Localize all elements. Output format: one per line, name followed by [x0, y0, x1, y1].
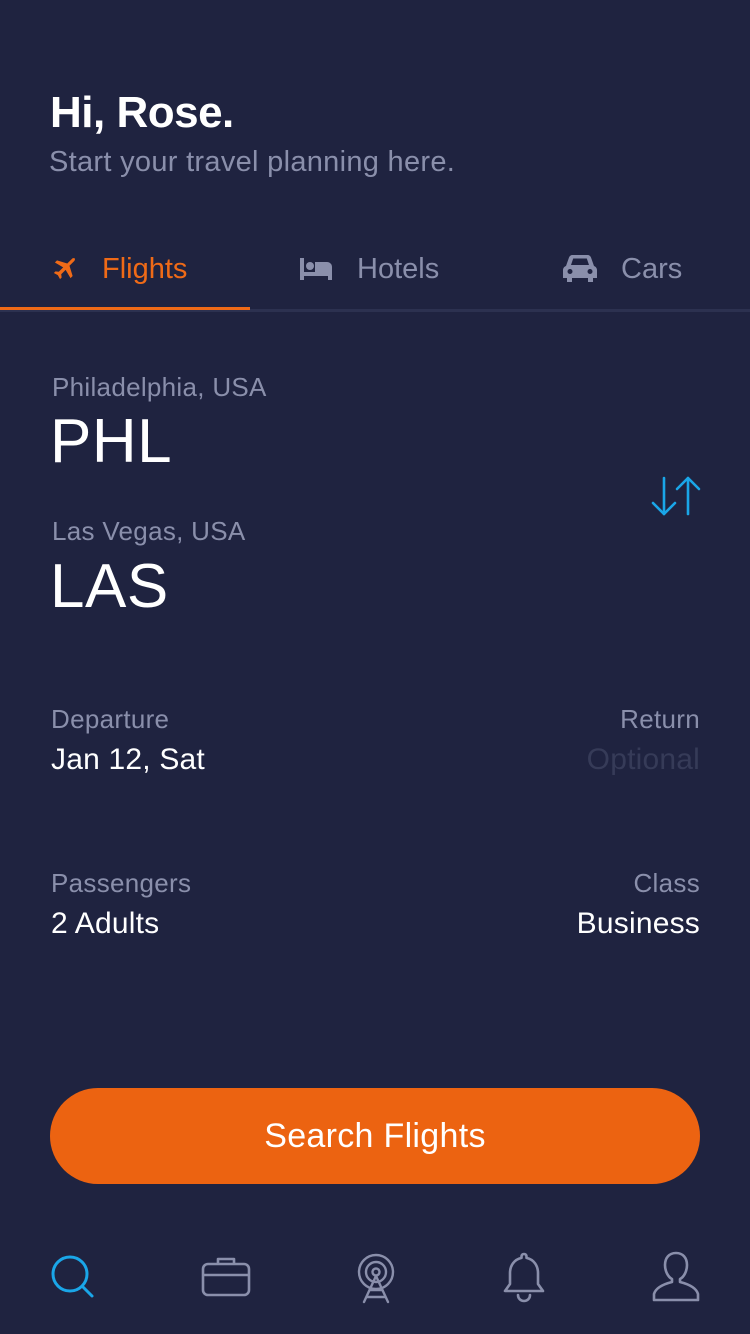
origin-airport-code[interactable]: PHL: [50, 406, 172, 477]
class-field[interactable]: Business: [577, 907, 700, 941]
greeting-heading: Hi, Rose.: [50, 88, 234, 137]
profile-icon[interactable]: [646, 1248, 706, 1308]
bed-icon: [299, 256, 333, 282]
passengers-field[interactable]: 2 Adults: [51, 907, 159, 941]
active-tab-indicator: [0, 307, 250, 310]
return-date-field[interactable]: Optional: [587, 743, 700, 777]
search-flights-button[interactable]: Search Flights: [50, 1088, 700, 1184]
departure-label: Departure: [51, 704, 170, 734]
destination-airport-code[interactable]: LAS: [50, 551, 169, 622]
departure-date-field[interactable]: Jan 12, Sat: [51, 743, 205, 777]
passengers-label: Passengers: [51, 868, 192, 898]
tab-cars-label: Cars: [621, 252, 683, 285]
tab-flights[interactable]: Flights: [50, 226, 187, 312]
return-label: Return: [620, 704, 700, 734]
destination-city: Las Vegas, USA: [52, 516, 246, 546]
tab-flights-label: Flights: [102, 252, 188, 285]
search-icon[interactable]: [44, 1248, 104, 1308]
greeting-subtitle: Start your travel planning here.: [49, 146, 456, 178]
swap-arrows-icon[interactable]: [648, 472, 704, 520]
class-label: Class: [633, 868, 700, 898]
travel-type-tabs: Flights Hotels Cars: [0, 226, 750, 312]
radar-tower-icon[interactable]: [346, 1248, 406, 1308]
plane-icon: [50, 255, 78, 283]
car-icon: [563, 254, 597, 284]
tab-hotels-label: Hotels: [357, 252, 440, 285]
bell-icon[interactable]: [494, 1248, 554, 1308]
origin-city: Philadelphia, USA: [52, 372, 267, 402]
tab-cars[interactable]: Cars: [563, 226, 682, 312]
tab-hotels[interactable]: Hotels: [299, 226, 439, 312]
briefcase-icon[interactable]: [196, 1248, 256, 1308]
